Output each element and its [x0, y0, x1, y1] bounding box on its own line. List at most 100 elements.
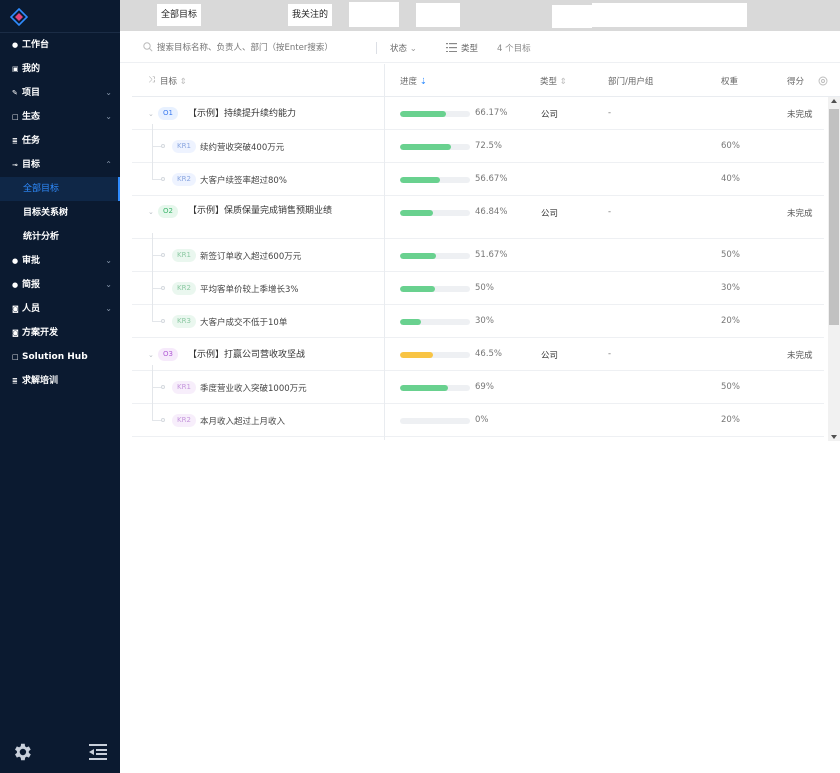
- sidebar-item-brief[interactable]: ● 简报 ⌄: [0, 273, 120, 297]
- scroll-thumb[interactable]: [829, 109, 839, 325]
- tree-node-dot: [161, 177, 165, 181]
- progress-percent: 66.17%: [475, 108, 508, 118]
- kr-title[interactable]: 季度营业收入突破1000万元: [200, 382, 307, 394]
- tree-node-dot: [161, 319, 165, 323]
- list-icon: ≣: [12, 137, 18, 145]
- kr-title[interactable]: 平均客单价较上季增长3%: [200, 283, 299, 295]
- tree-node-dot: [161, 418, 165, 422]
- kr-title[interactable]: 本月收入超过上月收入: [200, 415, 285, 427]
- weight-cell: 50%: [721, 382, 740, 392]
- tab-all-goals[interactable]: 全部目标: [157, 4, 202, 26]
- sidebar-item-task[interactable]: ≣ 任务: [0, 129, 120, 153]
- blank-tab[interactable]: [349, 2, 399, 27]
- key-result-row[interactable]: KR1 季度营业收入突破1000万元 69% 50%: [132, 371, 824, 404]
- sidebar-item-project[interactable]: ✎ 项目 ⌄: [0, 81, 120, 105]
- sidebar-nav: ● 工作台 ▣ 我的 ✎ 项目 ⌄ □ 生态 ⌄ ≣ 任务 ⊸ 目标 ⌃ 全部目标 目标关系树 统…: [0, 33, 120, 393]
- kr-tag: KR2: [172, 173, 196, 186]
- objective-tag: O2: [158, 205, 178, 218]
- key-result-row[interactable]: KR3 大客户成交不低于10单 30% 20%: [132, 305, 824, 338]
- blank-tab[interactable]: [416, 3, 460, 27]
- status-filter-dropdown[interactable]: 状态 ⌄: [390, 42, 417, 54]
- sidebar-item-goal[interactable]: ⊸ 目标 ⌃: [0, 153, 120, 177]
- objective-title[interactable]: 【示例】持续提升续约能力: [188, 107, 358, 121]
- key-result-row[interactable]: KR1 新签订单收入超过600万元 51.67% 50%: [132, 239, 824, 272]
- type-filter-button[interactable]: 类型: [461, 42, 478, 54]
- blank-tab[interactable]: [552, 5, 592, 28]
- objective-progress-bar: [400, 210, 470, 216]
- header-goal[interactable]: 目标 ⇕: [160, 75, 187, 87]
- header-progress[interactable]: 进度 ⇣: [400, 75, 427, 87]
- collapse-caret-icon[interactable]: ⌄: [148, 110, 154, 118]
- key-result-row[interactable]: KR2 本月收入超过上月收入 0% 20%: [132, 404, 824, 437]
- objective-row[interactable]: ⌄ O2 【示例】保质保量完成销售预期业绩 46.84% 公司 - 未完成: [132, 196, 824, 239]
- app-logo-icon[interactable]: [10, 8, 28, 26]
- sidebar-item-approval[interactable]: ● 审批 ⌄: [0, 249, 120, 273]
- sidebar-item-workbench[interactable]: ● 工作台: [0, 33, 120, 57]
- header-label: 目标: [160, 77, 178, 87]
- kr-title[interactable]: 新签订单收入超过600万元: [200, 250, 301, 262]
- type-filter-label: 类型: [461, 44, 479, 54]
- header-score: 得分: [787, 77, 805, 87]
- chevron-down-icon: ⌄: [105, 304, 112, 313]
- objective-row[interactable]: ⌄ O1 【示例】持续提升续约能力 66.17% 公司 - 未完成: [132, 97, 824, 130]
- dept-cell: -: [608, 207, 612, 217]
- chevron-down-icon: ⌄: [105, 280, 112, 289]
- sidebar-item-label: 求解培训: [22, 376, 59, 386]
- blank-tab[interactable]: [592, 3, 747, 27]
- scroll-down-arrow-icon[interactable]: [831, 435, 837, 439]
- gear-icon[interactable]: [11, 741, 33, 763]
- objective-tag: O3: [158, 348, 178, 361]
- key-result-row[interactable]: KR2 平均客单价较上季增长3% 50% 30%: [132, 272, 824, 305]
- sort-desc-icon: ⇣: [419, 77, 427, 87]
- sidebar-subitem-all-goals[interactable]: 全部目标: [0, 177, 120, 201]
- score-cell: 未完成: [787, 209, 813, 219]
- key-result-row[interactable]: KR2 大客户续签率超过80% 56.67% 40%: [132, 163, 824, 196]
- sidebar-subitem-statistics[interactable]: 统计分析: [0, 225, 120, 249]
- kr-title[interactable]: 续约营收突破400万元: [200, 141, 284, 153]
- dot-icon: ●: [12, 41, 19, 49]
- sidebar-item-solution-hub[interactable]: □ Solution Hub: [0, 345, 120, 369]
- kr-title[interactable]: 大客户续签率超过80%: [200, 174, 287, 186]
- sidebar-item-mine[interactable]: ▣ 我的: [0, 57, 120, 81]
- person-icon: ◙: [12, 305, 19, 313]
- tree-node-dot: [161, 253, 165, 257]
- kr-title[interactable]: 大客户成交不低于10单: [200, 316, 287, 328]
- sidebar-item-people[interactable]: ◙ 人员 ⌄: [0, 297, 120, 321]
- sidebar-item-label: 人员: [22, 304, 41, 314]
- table-scrollbar[interactable]: [828, 97, 840, 441]
- sidebar-item-label: 项目: [22, 88, 41, 98]
- progress-percent: 51.67%: [475, 250, 508, 260]
- header-type[interactable]: 类型 ⇕: [540, 75, 567, 87]
- search-input[interactable]: [157, 41, 367, 55]
- collapse-sidebar-icon[interactable]: [87, 742, 109, 762]
- sidebar-item-label: 任务: [22, 136, 41, 146]
- objective-title[interactable]: 【示例】保质保量完成销售预期业绩: [188, 204, 358, 218]
- sidebar-subitem-label: 目标关系树: [23, 208, 69, 218]
- sidebar-subitem-goal-tree[interactable]: 目标关系树: [0, 201, 120, 225]
- progress-percent: 69%: [475, 382, 494, 392]
- sidebar-item-label: 简报: [22, 280, 41, 290]
- progress-percent: 46.5%: [475, 349, 503, 359]
- dept-cell: -: [608, 349, 612, 359]
- sidebar-item-solution-dev[interactable]: ◙ 方案开发: [0, 321, 120, 345]
- key-result-row[interactable]: KR1 续约营收突破400万元 72.5% 60%: [132, 130, 824, 163]
- sidebar-item-label: 方案开发: [22, 328, 59, 338]
- kr-progress-bar: [400, 319, 470, 325]
- filter-divider: [376, 42, 377, 54]
- kr-tag: KR2: [172, 414, 196, 427]
- sidebar-item-ecology[interactable]: □ 生态 ⌄: [0, 105, 120, 129]
- expand-all-icon[interactable]: ⤨: [148, 75, 155, 85]
- collapse-caret-icon[interactable]: ⌄: [148, 208, 154, 216]
- progress-fill: [400, 177, 440, 183]
- objective-title[interactable]: 【示例】打赢公司营收攻坚战: [188, 348, 358, 362]
- objective-row[interactable]: ⌄ O3 【示例】打赢公司营收攻坚战 46.5% 公司 - 未完成: [132, 338, 824, 371]
- chevron-down-icon: ⌄: [105, 88, 112, 97]
- progress-fill: [400, 111, 447, 117]
- scroll-up-arrow-icon[interactable]: [831, 99, 837, 103]
- sidebar-item-training[interactable]: ≣ 求解培训: [0, 369, 120, 393]
- square-icon: □: [12, 353, 19, 361]
- tab-following[interactable]: 我关注的: [288, 4, 333, 26]
- collapse-caret-icon[interactable]: ⌄: [148, 351, 154, 359]
- kr-tag: KR3: [172, 315, 196, 328]
- column-settings-icon[interactable]: [818, 76, 828, 86]
